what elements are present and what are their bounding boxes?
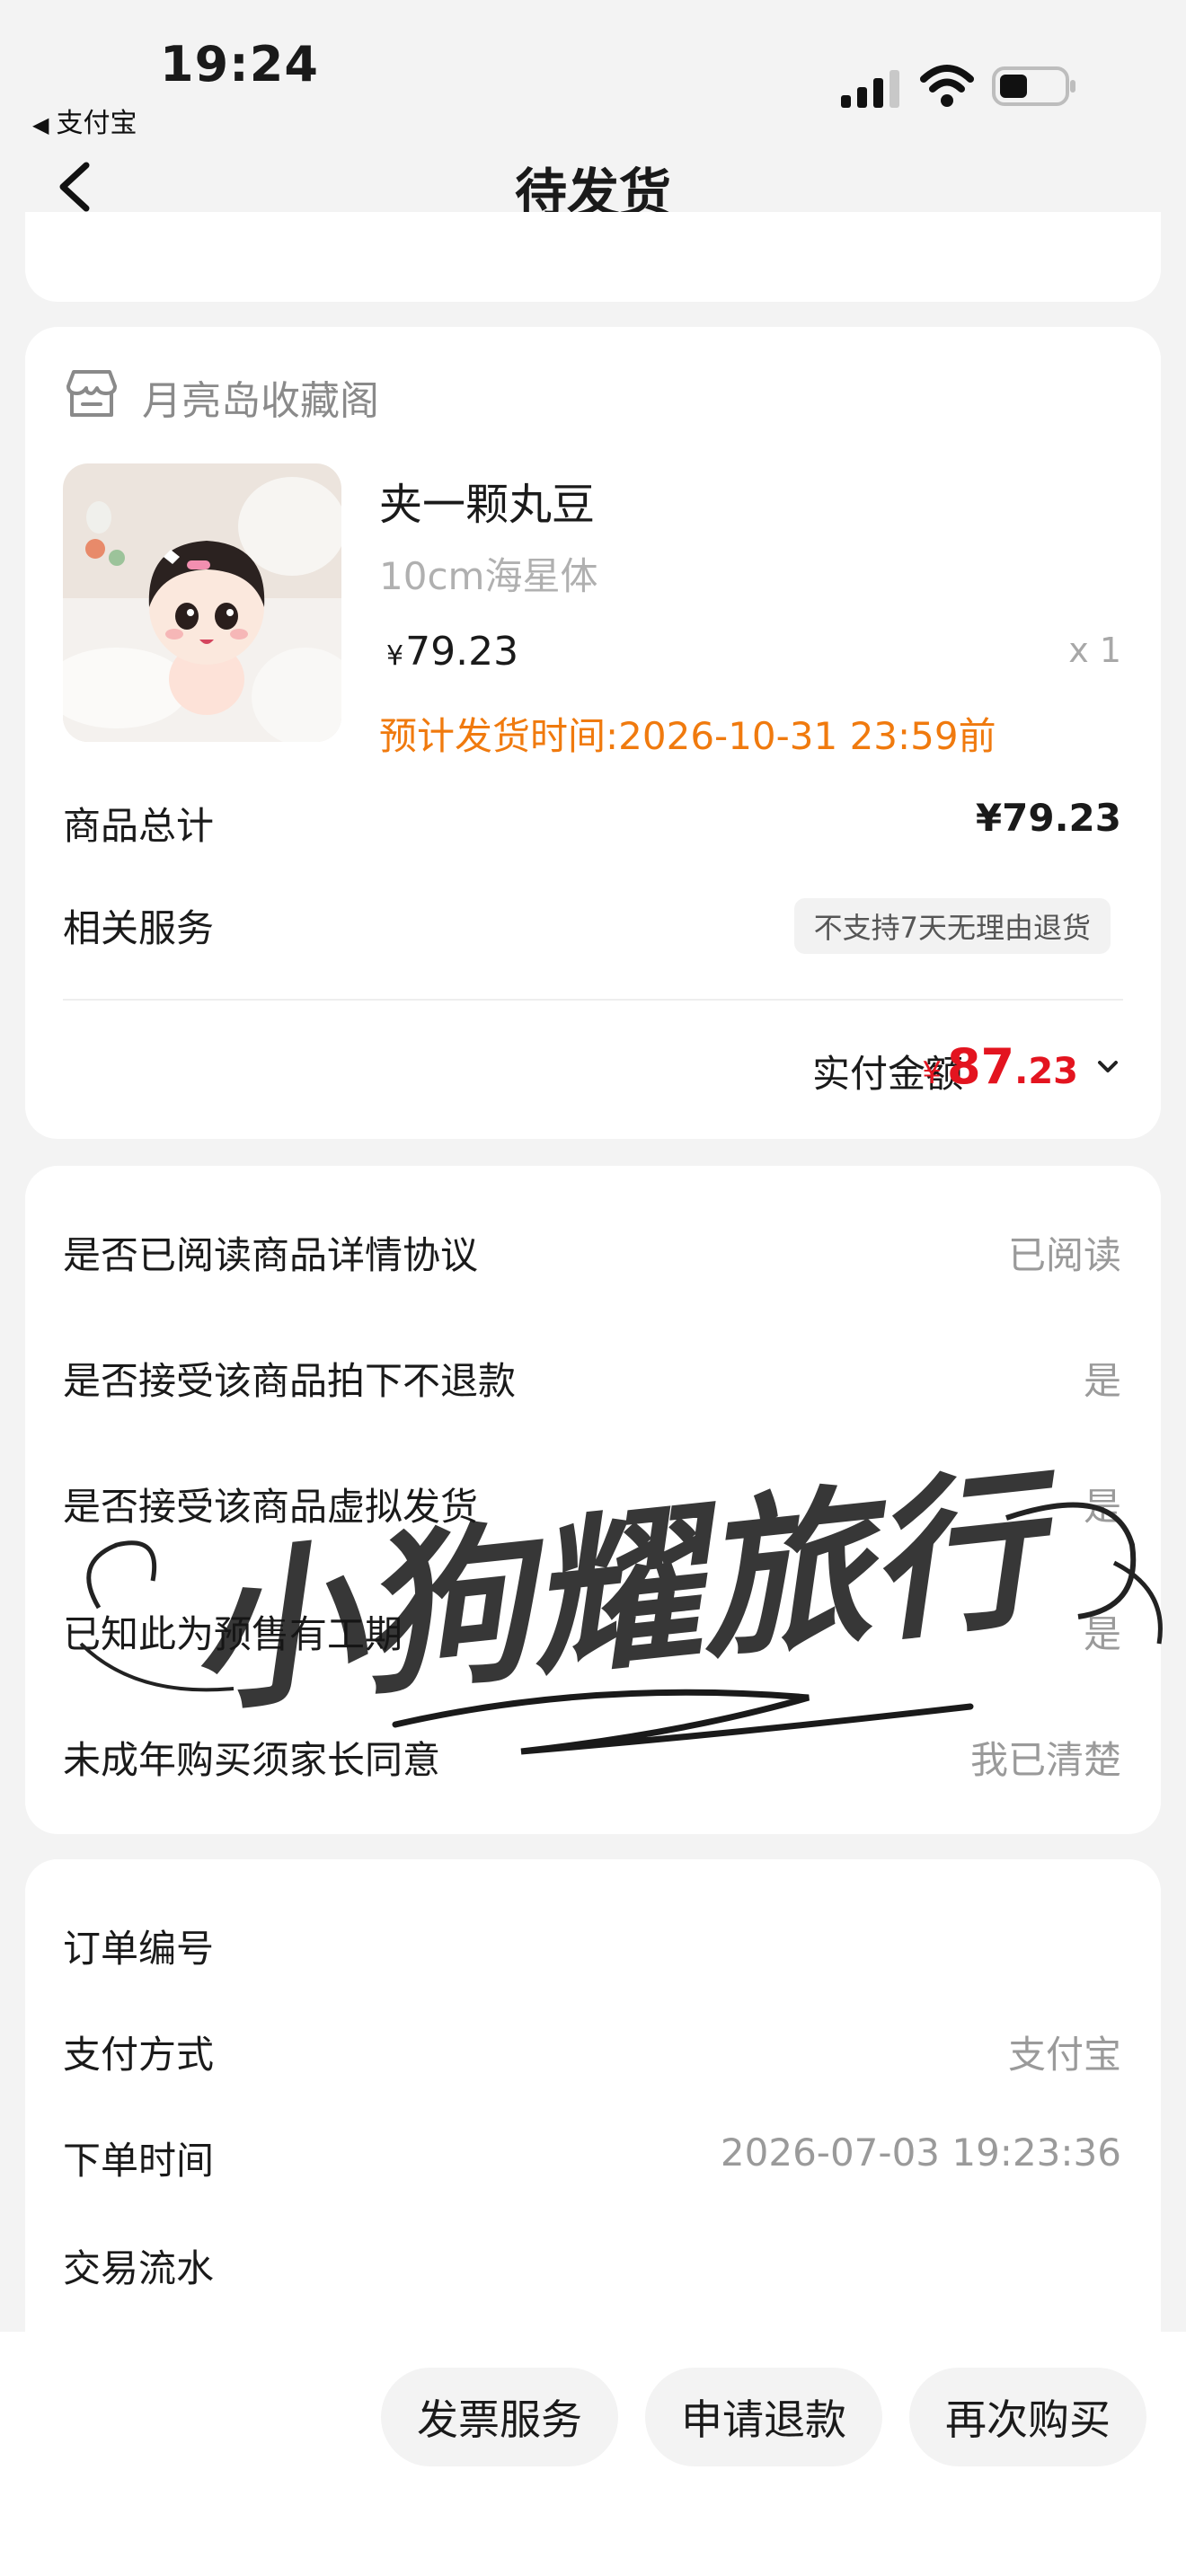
product-spec: 10cm海星体 bbox=[379, 554, 598, 598]
agreement-value: 是 bbox=[1083, 1612, 1121, 1656]
invoice-service-button[interactable]: 发票服务 bbox=[381, 2368, 618, 2466]
buy-again-button[interactable]: 再次购买 bbox=[909, 2368, 1146, 2466]
order-time-value: 2026-07-03 19:23:36 bbox=[720, 2130, 1121, 2175]
agreement-label: 未成年购买须家长同意 bbox=[63, 1738, 441, 1782]
agreement-value: 我已清楚 bbox=[969, 1738, 1121, 1782]
price-currency: ¥ bbox=[386, 640, 404, 672]
wifi-icon bbox=[920, 65, 974, 107]
paid-currency: ¥ bbox=[922, 1055, 942, 1091]
status-time: 19:24 bbox=[160, 36, 319, 93]
chevron-down-icon[interactable] bbox=[1094, 1056, 1121, 1078]
product-price: ¥79.23 bbox=[386, 629, 518, 675]
product-thumbnail[interactable] bbox=[63, 463, 341, 742]
divider bbox=[63, 999, 1123, 1001]
back-to-app-link[interactable]: ◀ 支付宝 bbox=[32, 101, 137, 140]
refund-request-button[interactable]: 申请退款 bbox=[645, 2368, 882, 2466]
agreement-label: 是否已阅读商品详情协议 bbox=[63, 1233, 479, 1277]
signal-icon bbox=[841, 70, 899, 108]
agreement-value: 是 bbox=[1083, 1359, 1121, 1403]
shop-icon bbox=[66, 370, 117, 417]
agreement-label: 是否接受该商品虚拟发货 bbox=[63, 1485, 479, 1529]
payment-method-value: 支付宝 bbox=[1007, 2033, 1121, 2077]
previous-card-bottom bbox=[25, 212, 1161, 302]
service-tag: 不支持7天无理由退货 bbox=[793, 898, 1111, 954]
agreement-value: 是 bbox=[1083, 1485, 1121, 1529]
paid-decimal: .23 bbox=[1014, 1051, 1078, 1092]
shop-name[interactable]: 月亮岛收藏阁 bbox=[142, 368, 379, 426]
paid-integer: 87 bbox=[946, 1038, 1015, 1095]
paid-amount[interactable]: ¥87.23 bbox=[922, 1038, 1078, 1095]
price-value: 79.23 bbox=[405, 629, 519, 675]
product-quantity: x 1 bbox=[1068, 631, 1121, 670]
back-triangle-icon: ◀ bbox=[32, 112, 49, 137]
transaction-label: 交易流水 bbox=[63, 2246, 215, 2290]
order-number-label: 订单编号 bbox=[63, 1927, 215, 1971]
agreement-label: 是否接受该商品拍下不退款 bbox=[63, 1359, 517, 1403]
order-time-label: 下单时间 bbox=[63, 2139, 215, 2183]
battery-icon bbox=[992, 66, 1075, 106]
service-label: 相关服务 bbox=[63, 906, 215, 950]
back-app-label: 支付宝 bbox=[56, 108, 137, 139]
estimated-ship-time: 预计发货时间:2026-10-31 23:59前 bbox=[379, 714, 996, 758]
agreement-label: 已知此为预售有工期 bbox=[63, 1612, 403, 1656]
subtotal-label: 商品总计 bbox=[63, 804, 215, 848]
subtotal-value: ¥79.23 bbox=[975, 796, 1121, 840]
agreement-value: 已阅读 bbox=[1007, 1233, 1121, 1277]
product-name[interactable]: 夹一颗丸豆 bbox=[379, 469, 595, 532]
payment-method-label: 支付方式 bbox=[63, 2033, 215, 2077]
